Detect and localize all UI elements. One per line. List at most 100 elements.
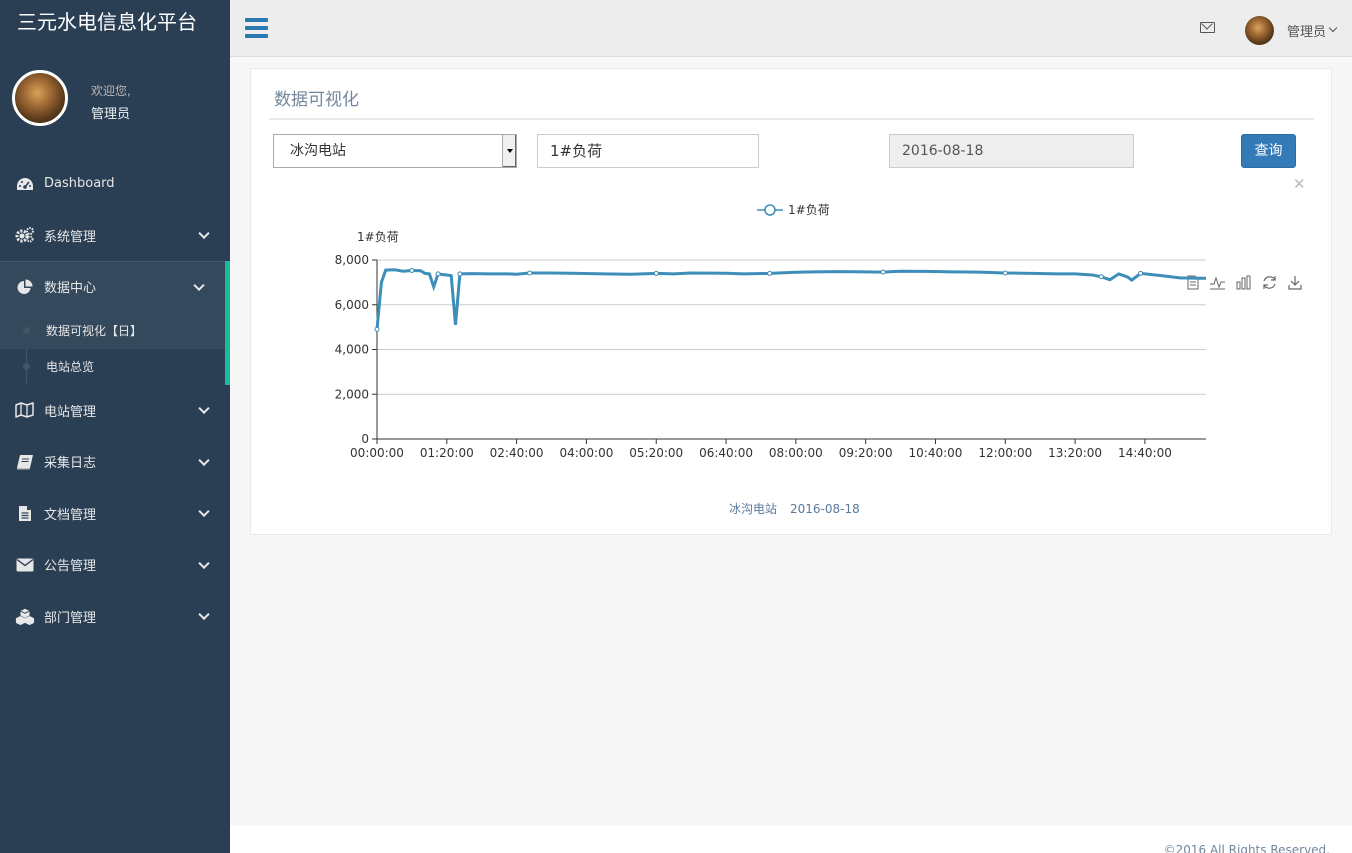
dashboard-icon (15, 174, 35, 194)
x-tick-label: 14:40:00 (1118, 446, 1172, 460)
refresh-icon[interactable] (1263, 276, 1276, 289)
x-tick-label: 10:40:00 (909, 446, 963, 460)
x-tick-label: 00:00:00 (350, 446, 404, 460)
data-point (880, 269, 886, 275)
copyright: ©2016 All Rights Reserved. (1163, 843, 1330, 853)
x-tick-label: 01:20:00 (420, 446, 474, 460)
load-input[interactable]: 1#负荷 (537, 134, 759, 168)
chevron-down-icon (198, 505, 210, 518)
profile: 欢迎您, 管理员 (0, 70, 230, 130)
x-tick-label: 02:40:00 (490, 446, 544, 460)
user-avatar[interactable] (1245, 16, 1274, 45)
x-tick-label: 04:00:00 (559, 446, 613, 460)
footer: ©2016 All Rights Reserved. (230, 826, 1352, 853)
sidebar-item-notice[interactable]: 公告管理 (0, 539, 230, 591)
sidebar-subitem-station-overview[interactable]: 电站总览 (0, 349, 225, 385)
top-nav: 管理员 (230, 0, 1352, 57)
welcome-text: 欢迎您, (91, 84, 131, 98)
chevron-down-icon (198, 557, 210, 569)
data-point (653, 270, 659, 276)
y-tick-label: 4,000 (335, 343, 369, 357)
chevron-down-icon[interactable] (1328, 23, 1338, 33)
legend-label: 1#负荷 (788, 203, 830, 217)
envelope-icon (15, 555, 35, 575)
query-button[interactable]: 查询 (1241, 134, 1296, 168)
data-point (435, 271, 441, 277)
y-axis-label: 1#负荷 (357, 230, 399, 244)
cubes-icon (15, 606, 35, 626)
bar-chart-icon[interactable] (1236, 275, 1251, 290)
y-tick-label: 2,000 (335, 387, 369, 401)
mail-icon[interactable] (1200, 22, 1215, 33)
chevron-down-icon (193, 279, 205, 291)
y-tick-label: 8,000 (335, 253, 369, 267)
x-tick-label: 08:00:00 (769, 446, 823, 460)
chart-subtitle-station: 冰沟电站 (729, 502, 777, 516)
sidebar-item-label: Dashboard (44, 176, 115, 192)
avatar (12, 70, 68, 126)
sidebar-item-label: 采集日志 (44, 456, 97, 472)
sidebar-item-data-center[interactable]: 数据中心 (0, 261, 230, 313)
sidebar: 三元水电信息化平台 欢迎您, 管理员 Dashboard 系统管理 数据中心 数… (0, 0, 230, 853)
chart-grid (377, 259, 1206, 440)
data-point (1138, 270, 1144, 276)
side-menu: Dashboard 系统管理 数据中心 数据可视化【日】 电站总览 电站管理 采… (0, 158, 230, 642)
station-select-value: 冰沟电站 (290, 143, 346, 159)
data-point (409, 268, 415, 274)
sidebar-item-label: 数据中心 (44, 281, 97, 297)
line-chart-icon[interactable] (1210, 276, 1225, 290)
x-axis: 00:00:00 01:20:00 02:40:00 04:00:00 05:20:00… (350, 439, 1172, 460)
load-line-chart: 1#负荷 1#负荷 0 2,000 4,000 6,000 8,000 00:00:00… (335, 203, 1302, 516)
sidebar-item-collect-log[interactable]: 采集日志 (0, 436, 230, 488)
sidebar-item-station[interactable]: 电站管理 (0, 385, 230, 437)
sidebar-item-label: 电站管理 (44, 404, 97, 420)
x-tick-label: 06:40:00 (699, 446, 753, 460)
data-point (457, 271, 463, 277)
sidebar-item-label: 公告管理 (44, 559, 97, 575)
chevron-down-icon (198, 227, 210, 240)
chart-legend[interactable]: 1#负荷 (757, 203, 830, 217)
app-title[interactable]: 三元水电信息化平台 (0, 0, 230, 44)
gears-icon (15, 225, 35, 245)
menu-toggle-icon[interactable] (245, 18, 268, 38)
chevron-down-icon (198, 608, 210, 621)
download-icon[interactable] (1288, 276, 1302, 290)
x-tick-label: 09:20:00 (839, 446, 893, 460)
x-tick-label: 12:00:00 (978, 446, 1032, 460)
x-tick-label: 13:20:00 (1048, 446, 1102, 460)
station-select[interactable]: 冰沟电站 (273, 134, 517, 168)
page-title: 数据可视化 (274, 90, 359, 110)
date-input[interactable]: 2016-08-18 (889, 134, 1134, 168)
data-point (1098, 274, 1104, 280)
chevron-down-icon (198, 454, 210, 466)
dropdown-arrow-icon[interactable] (502, 135, 516, 167)
sidebar-subitem-data-visual[interactable]: 数据可视化【日】 (0, 312, 225, 349)
y-tick-label: 0 (361, 432, 369, 446)
sidebar-item-docs[interactable]: 文档管理 (0, 488, 230, 540)
data-point (527, 270, 533, 276)
data-point (374, 326, 380, 332)
x-tick-label: 05:20:00 (629, 446, 683, 460)
profile-name: 管理员 (91, 107, 131, 122)
data-point (1002, 270, 1008, 276)
data-visual-panel: 数据可视化 冰沟电站 1#负荷 2016-08-18 查询 ✕ 1#负荷 1#负… (250, 68, 1332, 535)
divider (269, 118, 1314, 120)
series-markers (374, 268, 1144, 332)
y-axis: 0 2,000 4,000 6,000 8,000 (335, 253, 378, 446)
sidebar-item-label: 部门管理 (44, 610, 97, 626)
chevron-down-icon (198, 402, 210, 415)
file-icon (15, 503, 35, 523)
chart-subtitle-date: 2016-08-18 (790, 502, 860, 516)
sidebar-item-dashboard[interactable]: Dashboard (0, 158, 230, 210)
user-menu[interactable]: 管理员 (1287, 21, 1326, 40)
map-icon (15, 400, 35, 420)
book-icon (15, 452, 35, 472)
sidebar-item-department[interactable]: 部门管理 (0, 591, 230, 643)
y-tick-label: 6,000 (335, 298, 369, 312)
pie-chart-icon (15, 277, 35, 297)
sidebar-item-system[interactable]: 系统管理 (0, 210, 230, 262)
sidebar-item-label: 文档管理 (44, 507, 97, 523)
sidebar-item-label: 系统管理 (44, 229, 97, 245)
series-line (375, 268, 1206, 330)
data-point (767, 270, 773, 276)
